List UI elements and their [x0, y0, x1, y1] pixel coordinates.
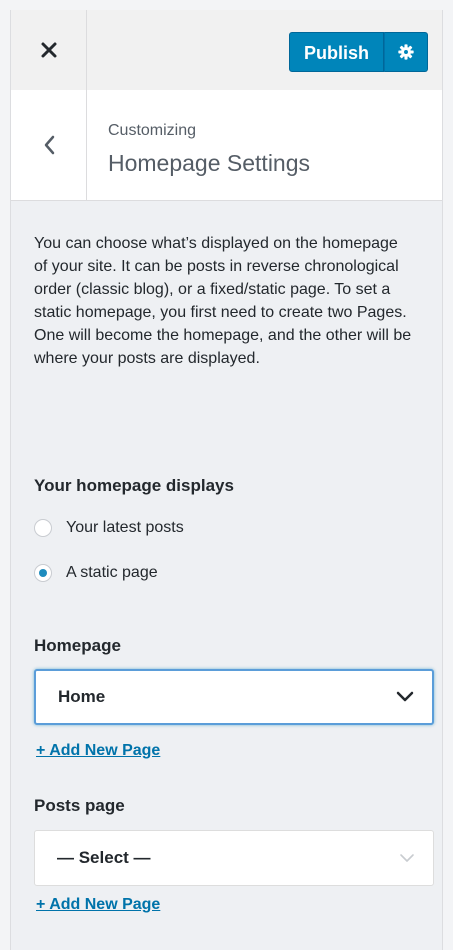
posts-page-label: Posts page	[34, 796, 125, 815]
radio-checked-dot	[39, 569, 47, 577]
homepage-displays-label: Your homepage displays	[34, 476, 234, 495]
publish-button[interactable]: Publish	[289, 32, 385, 72]
close-button[interactable]	[11, 10, 87, 90]
back-button[interactable]	[11, 90, 87, 200]
gear-icon	[398, 44, 414, 60]
publish-settings-button[interactable]	[384, 32, 429, 72]
section-header: Customizing Homepage Settings	[11, 90, 442, 201]
homepage-select-value: Home	[58, 687, 106, 706]
radio-button-checked[interactable]	[34, 564, 52, 582]
add-new-page-link-posts[interactable]: + Add New Page	[36, 896, 160, 914]
customizer-panel: Publish Customizing Homepage Settings Yo…	[10, 10, 443, 950]
radio-static-page[interactable]: A static page	[34, 564, 158, 582]
radio-button[interactable]	[34, 519, 52, 537]
customizer-header: Publish	[11, 10, 442, 91]
chevron-down-icon	[396, 691, 414, 702]
chevron-down-icon	[400, 854, 414, 862]
chevron-left-icon	[44, 135, 54, 155]
customizing-label: Customizing	[108, 122, 197, 139]
publish-button-group: Publish	[289, 32, 429, 72]
close-icon	[41, 42, 56, 58]
section-description: You can choose what’s displayed on the h…	[34, 235, 412, 367]
homepage-select[interactable]: Home	[34, 669, 434, 725]
radio-latest-posts[interactable]: Your latest posts	[34, 519, 184, 537]
posts-page-select[interactable]: — Select —	[34, 830, 434, 886]
radio-label: A static page	[66, 564, 158, 581]
homepage-label: Homepage	[34, 636, 121, 655]
section-title: Homepage Settings	[108, 150, 311, 176]
add-new-page-link-homepage[interactable]: + Add New Page	[36, 742, 160, 760]
posts-page-select-value: — Select —	[57, 848, 151, 867]
radio-label: Your latest posts	[66, 519, 184, 536]
